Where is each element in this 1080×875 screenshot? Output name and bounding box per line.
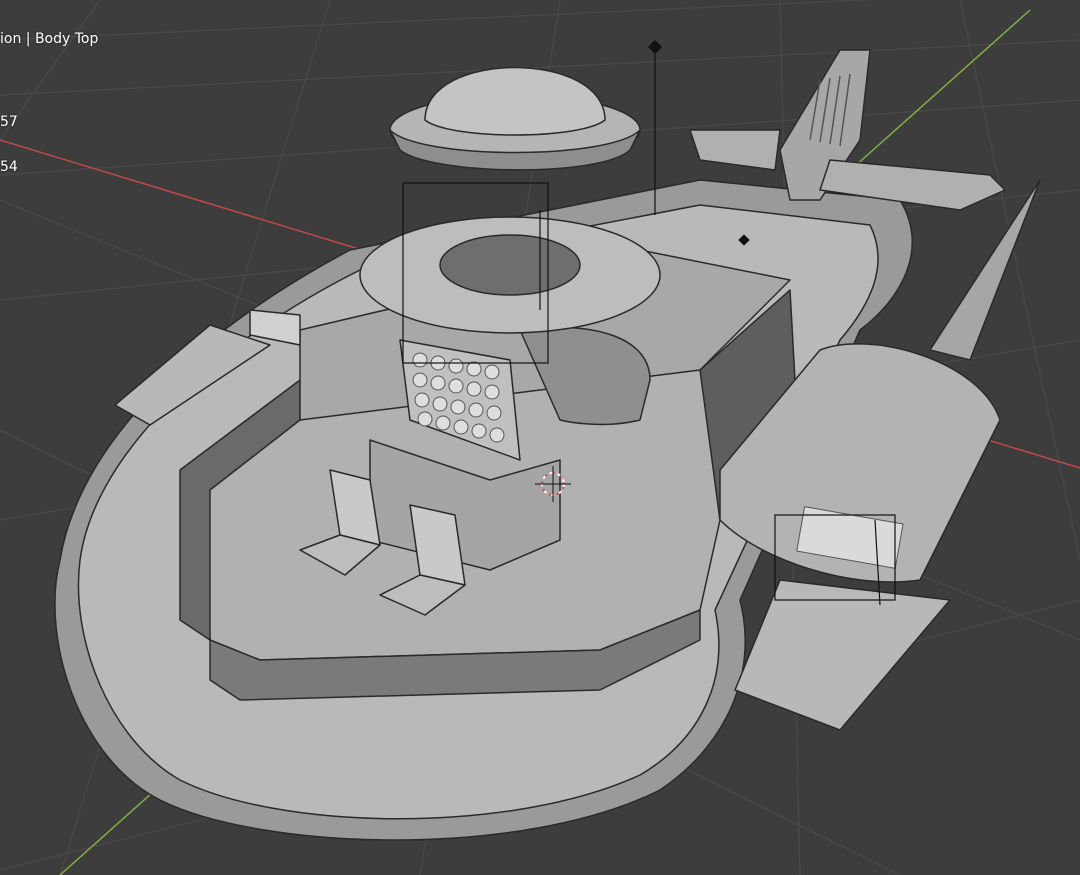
rear-panel-left[interactable] [689, 129, 781, 171]
wing-flap-right[interactable] [734, 579, 951, 731]
viewport-title: ion | Body Top [0, 31, 99, 47]
viewport-stat-1: 57 [0, 114, 18, 130]
viewport-stat-2: 54 [0, 159, 18, 175]
3d-viewport[interactable]: ion | Body Top 57 54 [0, 0, 1080, 875]
viewport-scene[interactable] [0, 0, 1080, 875]
light-object-icon[interactable] [647, 39, 663, 55]
turret-ring-hole [439, 234, 581, 296]
hovercraft-model[interactable] [54, 49, 1041, 841]
dome[interactable] [424, 66, 606, 136]
